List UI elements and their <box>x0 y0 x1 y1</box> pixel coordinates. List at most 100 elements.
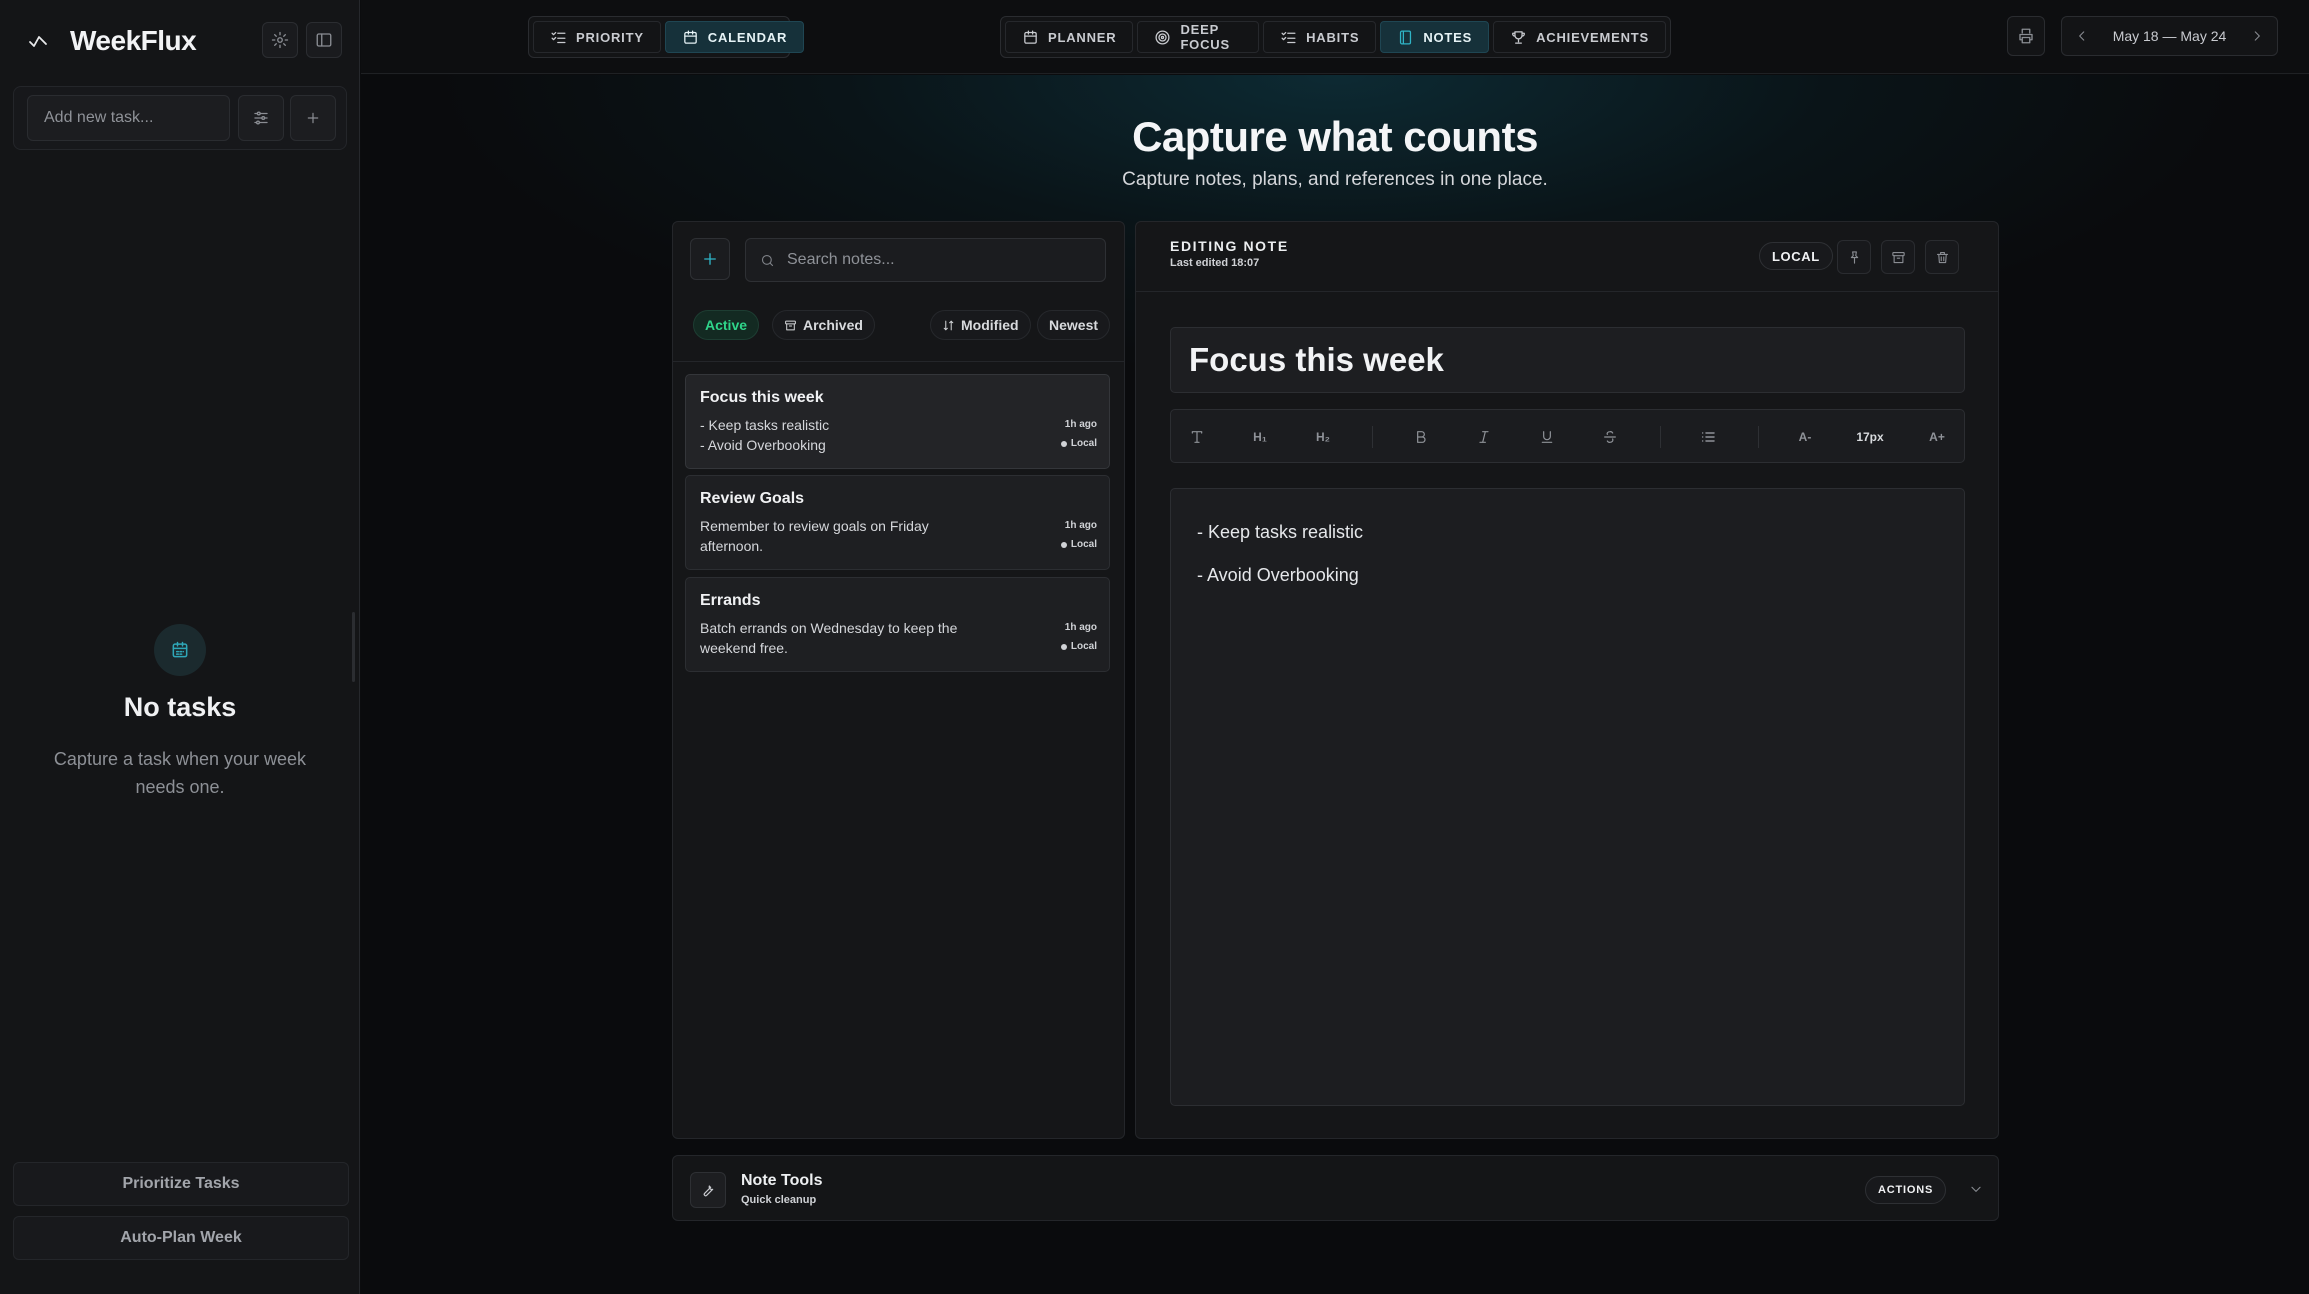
sort-order-label: Newest <box>1049 317 1099 333</box>
storage-label: Local <box>1070 641 1097 652</box>
gear-icon <box>271 31 289 49</box>
note-storage: Local <box>1060 438 1097 449</box>
settings-button[interactable] <box>262 22 298 58</box>
logo-icon <box>28 34 48 48</box>
calendar-icon <box>1022 29 1039 46</box>
search-input[interactable] <box>787 251 1067 269</box>
note-storage: Local <box>1060 641 1097 652</box>
target-icon <box>1154 29 1171 46</box>
font-decrease-button[interactable]: A- <box>1791 423 1819 451</box>
tab-label: PLANNER <box>1048 29 1117 45</box>
pin-button[interactable] <box>1837 240 1871 274</box>
toggle-sidebar-button[interactable] <box>306 22 342 58</box>
tab-label: HABITS <box>1306 29 1360 45</box>
tab-priority[interactable]: PRIORITY <box>533 21 661 53</box>
notebook-icon <box>1397 29 1414 46</box>
note-item-errands[interactable]: Errands Batch errands on Wednesday to ke… <box>685 577 1110 672</box>
storage-badge: LOCAL <box>1759 242 1833 270</box>
dot-icon <box>1060 643 1067 650</box>
chevron-down-icon[interactable] <box>1969 1182 1983 1196</box>
tab-label: PRIORITY <box>576 29 644 45</box>
filter-active[interactable]: Active <box>693 310 760 340</box>
filter-label: Archived <box>803 317 863 333</box>
sort-order-button[interactable]: Newest <box>1037 310 1111 340</box>
prioritize-tasks-button[interactable]: Prioritize Tasks <box>13 1162 349 1206</box>
tab-label: ACHIEVEMENTS <box>1536 29 1649 45</box>
bold-button[interactable] <box>1407 423 1435 451</box>
tab-planner[interactable]: PLANNER <box>1005 21 1134 53</box>
empty-text: Capture a task when your week needs one. <box>53 749 307 797</box>
toolbar-divider <box>1758 426 1759 448</box>
note-preview: Batch errands on Wednesday to keep the w… <box>700 620 958 656</box>
strikethrough-button[interactable] <box>1596 423 1624 451</box>
brand: WeekFlux <box>28 22 197 60</box>
tab-achievements[interactable]: ACHIEVEMENTS <box>1493 21 1666 53</box>
note-editor: EDITING NOTE Last edited 18:07 LOCAL Foc… <box>1135 221 1999 1139</box>
note-item-review-goals[interactable]: Review Goals Remember to review goals on… <box>685 475 1110 570</box>
font-size-value: 17px <box>1856 430 1884 444</box>
tab-calendar[interactable]: CALENDAR <box>664 21 805 53</box>
dot-icon <box>1060 440 1067 447</box>
note-title: Errands <box>700 592 761 609</box>
tab-habits[interactable]: HABITS <box>1263 21 1377 53</box>
note-time: 1h ago <box>1064 622 1097 633</box>
note-time: 1h ago <box>1064 520 1097 531</box>
prev-week-button[interactable] <box>2068 22 2096 50</box>
notes-search <box>745 238 1106 282</box>
archive-button[interactable] <box>1881 240 1915 274</box>
add-task-button[interactable] <box>290 95 336 141</box>
note-preview: Remember to review goals on Friday after… <box>700 518 929 554</box>
content-line: - Keep tasks realistic <box>1197 522 1364 542</box>
underline-icon <box>1539 429 1555 445</box>
calendar-icon <box>154 624 206 676</box>
dot-icon <box>1060 541 1067 548</box>
storage-label: Local <box>1070 438 1097 449</box>
next-week-button[interactable] <box>2243 22 2271 50</box>
trash-icon <box>1935 250 1950 265</box>
filter-archived[interactable]: Archived <box>772 310 875 340</box>
note-tools-bar: Note Tools Quick cleanup ACTIONS <box>672 1155 1999 1221</box>
list-checks-icon <box>550 29 567 46</box>
text-icon <box>1189 429 1205 445</box>
print-button[interactable] <box>2007 16 2045 56</box>
task-filter-button[interactable] <box>238 95 284 141</box>
list-checks-icon <box>1280 29 1297 46</box>
note-title-field[interactable]: Focus this week <box>1170 327 1965 393</box>
list-button[interactable] <box>1694 423 1722 451</box>
text-format-button[interactable] <box>1183 423 1211 451</box>
sort-icon <box>942 319 955 332</box>
font-increase-button[interactable]: A+ <box>1923 423 1951 451</box>
tab-label: CALENDAR <box>707 29 788 45</box>
note-title: Review Goals <box>700 490 805 507</box>
sort-field-button[interactable]: Modified <box>930 310 1031 340</box>
plus-icon <box>701 250 719 268</box>
heading1-button[interactable]: H₁ <box>1246 423 1274 451</box>
calendar-icon <box>682 29 699 46</box>
notes-list-panel: Active Archived Modified Newest Focus th… <box>672 221 1125 1139</box>
main-content: Capture what counts Capture notes, plans… <box>361 75 2309 1294</box>
note-body-editor[interactable]: - Keep tasks realistic - Avoid Overbooki… <box>1170 488 1965 1106</box>
date-navigator: May 18 — May 24 <box>2061 16 2278 56</box>
sliders-icon <box>252 109 270 127</box>
italic-button[interactable] <box>1470 423 1498 451</box>
add-task-input[interactable] <box>27 95 230 141</box>
new-note-button[interactable] <box>690 238 730 280</box>
note-time: 1h ago <box>1064 419 1097 430</box>
tab-notes[interactable]: NOTES <box>1380 21 1490 53</box>
editor-label: EDITING NOTE <box>1170 238 1289 254</box>
sidebar-panel-icon <box>315 31 333 49</box>
actions-button[interactable]: ACTIONS <box>1865 1176 1947 1204</box>
archive-icon <box>1891 250 1906 265</box>
wrench-icon <box>690 1172 726 1208</box>
auto-plan-week-button[interactable]: Auto-Plan Week <box>13 1216 349 1260</box>
last-edited: Last edited 18:07 <box>1170 257 1260 269</box>
underline-button[interactable] <box>1533 423 1561 451</box>
view-switcher: PRIORITY CALENDAR <box>528 16 805 58</box>
archive-icon <box>784 319 797 332</box>
heading2-button[interactable]: H₂ <box>1309 423 1337 451</box>
tools-subtitle: Quick cleanup <box>741 1194 817 1206</box>
delete-button[interactable] <box>1925 240 1959 274</box>
tab-deep-focus[interactable]: DEEP FOCUS <box>1137 21 1260 53</box>
note-item-focus-this-week[interactable]: Focus this week - Keep tasks realistic -… <box>685 374 1110 469</box>
note-storage: Local <box>1060 539 1097 550</box>
